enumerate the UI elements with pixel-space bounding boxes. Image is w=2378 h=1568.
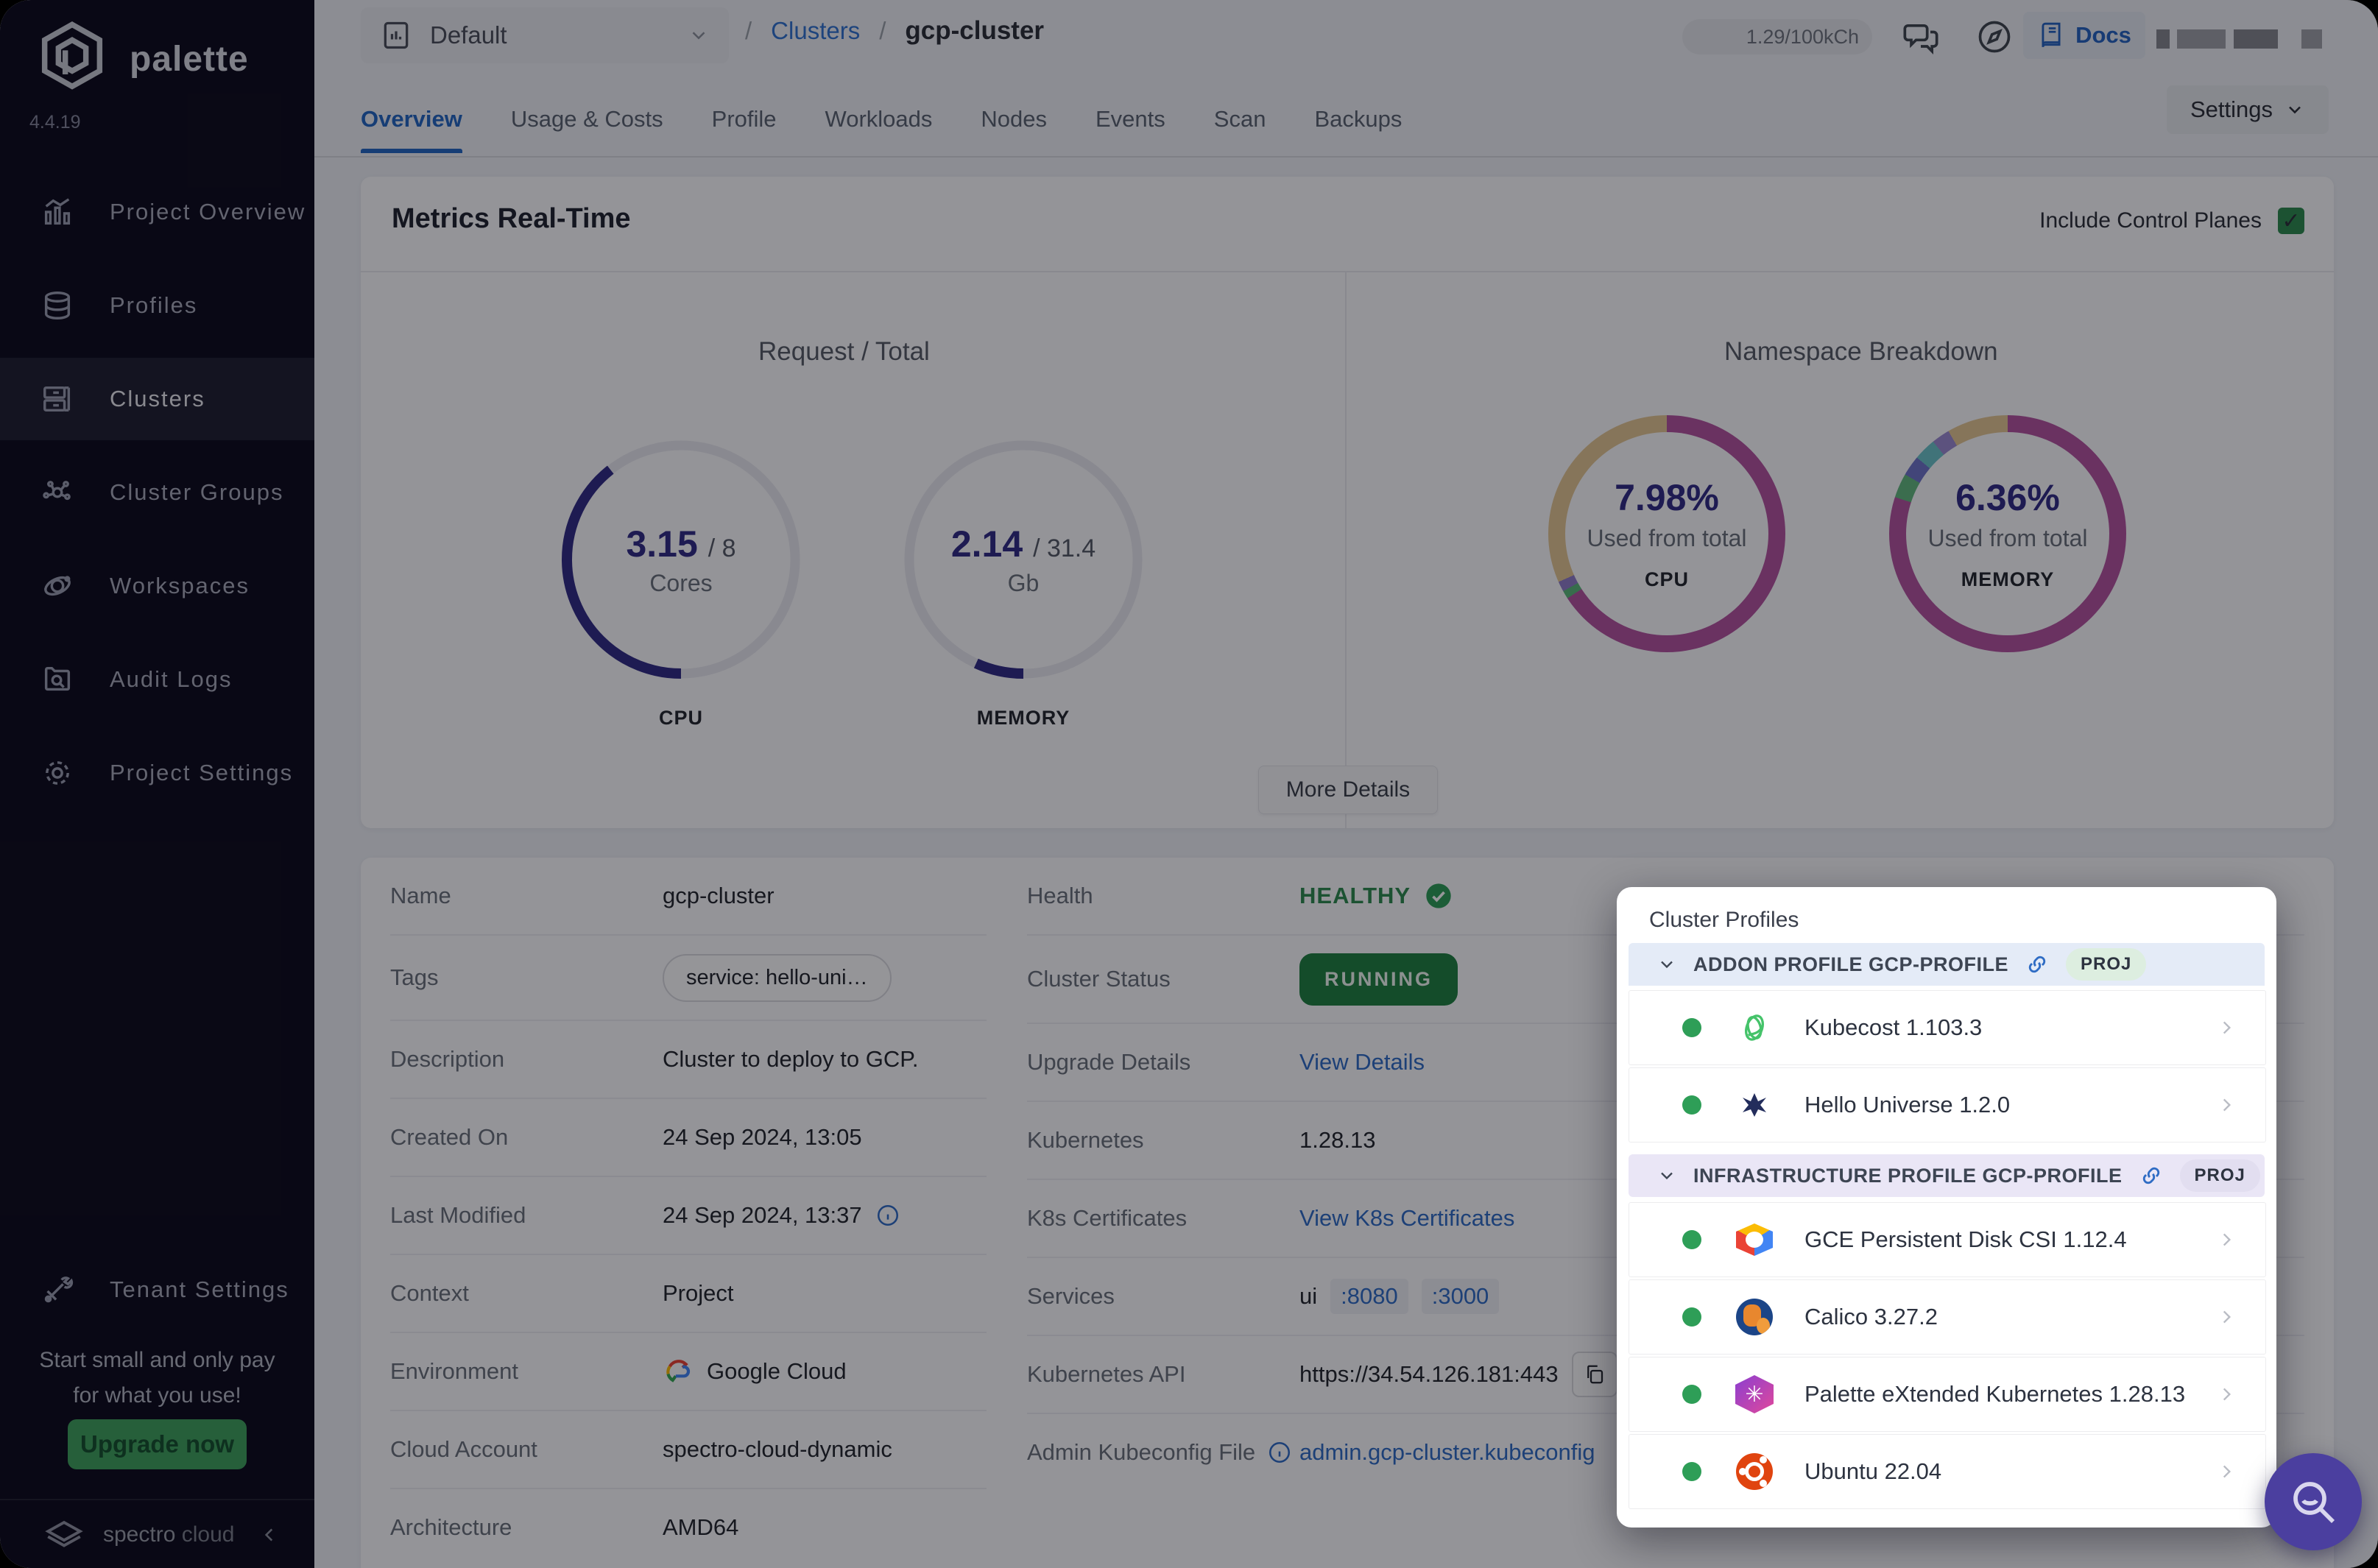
chevron-right-icon xyxy=(2217,1462,2236,1481)
profile-pack-row-kubecost[interactable]: Kubecost 1.103.3 xyxy=(1629,990,2266,1065)
profile-pack-row-pxk[interactable]: ✳ Palette eXtended Kubernetes 1.28.13 xyxy=(1629,1357,2266,1432)
gce-disk-logo-icon xyxy=(1735,1221,1774,1259)
ubuntu-logo-icon xyxy=(1735,1452,1774,1491)
cluster-profiles-title: Cluster Profiles xyxy=(1649,908,1799,932)
chevron-right-icon xyxy=(2217,1307,2236,1327)
chevron-right-icon xyxy=(2217,1018,2236,1037)
profile-pack-row-gce-csi[interactable]: GCE Persistent Disk CSI 1.12.4 xyxy=(1629,1202,2266,1277)
cluster-profiles-panel: Cluster Profiles ADDON PROFILE GCP-PROFI… xyxy=(1617,887,2276,1528)
assistant-search-fab[interactable] xyxy=(2265,1453,2362,1550)
chevron-down-icon xyxy=(1657,1165,1677,1186)
kubecost-logo-icon xyxy=(1735,1009,1774,1047)
profile-pack-row-hello-universe[interactable]: Hello Universe 1.2.0 xyxy=(1629,1067,2266,1143)
profile-pack-row-calico[interactable]: Calico 3.27.2 xyxy=(1629,1279,2266,1355)
link-icon xyxy=(2025,952,2050,977)
pack-status-dot xyxy=(1682,1018,1701,1037)
pack-status-dot xyxy=(1682,1307,1701,1327)
hello-universe-logo-icon xyxy=(1735,1086,1774,1124)
profile-pack-row-ubuntu[interactable]: Ubuntu 22.04 xyxy=(1629,1434,2266,1509)
chevron-down-icon xyxy=(1657,954,1677,975)
palette-k8s-logo-icon: ✳ xyxy=(1735,1375,1774,1413)
pack-status-dot xyxy=(1682,1095,1701,1115)
app-window: palette 4.4.19 Project Overview Profiles… xyxy=(0,0,2378,1568)
calico-logo-icon xyxy=(1735,1298,1774,1336)
pack-status-dot xyxy=(1682,1385,1701,1404)
chevron-right-icon xyxy=(2217,1385,2236,1404)
link-icon xyxy=(2139,1163,2164,1188)
proj-scope-badge: PROJ xyxy=(2066,948,2147,981)
chevron-right-icon xyxy=(2217,1230,2236,1249)
addon-profile-section-header[interactable]: ADDON PROFILE GCP-PROFILE PROJ xyxy=(1629,943,2265,986)
pack-status-dot xyxy=(1682,1462,1701,1481)
proj-scope-badge: PROJ xyxy=(2179,1159,2260,1192)
infrastructure-profile-section-header[interactable]: INFRASTRUCTURE PROFILE GCP-PROFILE PROJ xyxy=(1629,1154,2265,1197)
chevron-right-icon xyxy=(2217,1095,2236,1115)
pack-status-dot xyxy=(1682,1230,1701,1249)
magnifier-smile-icon xyxy=(2287,1475,2340,1528)
